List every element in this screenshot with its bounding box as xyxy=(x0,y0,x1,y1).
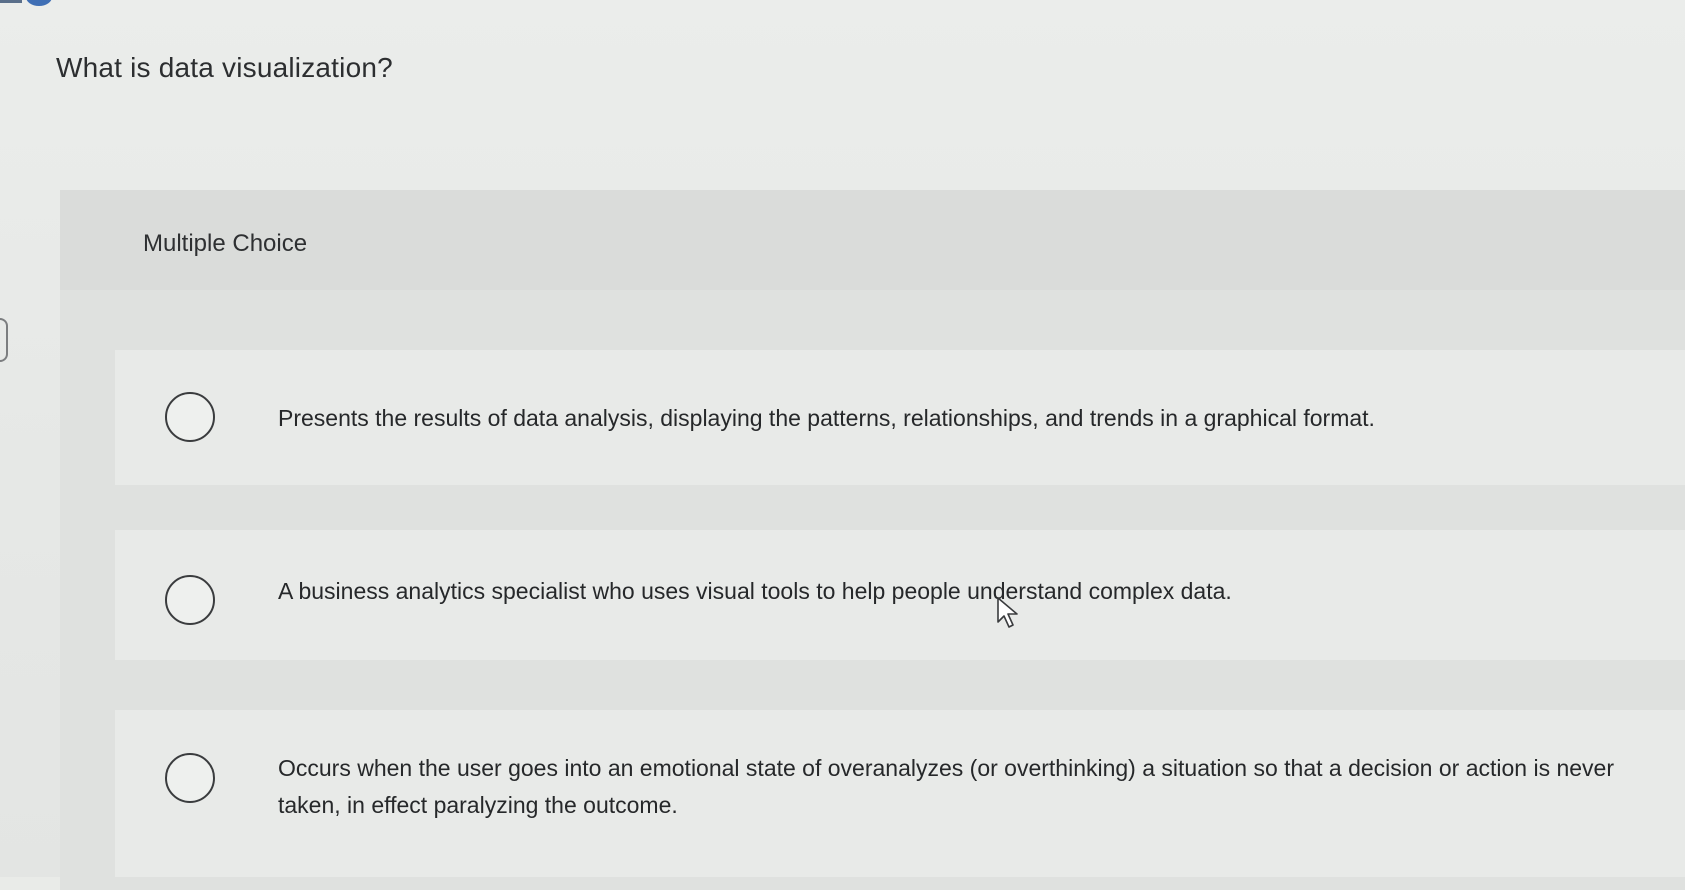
answer-option-text[interactable]: Presents the results of data analysis, d… xyxy=(278,400,1658,437)
answer-option-2[interactable]: A business analytics specialist who uses… xyxy=(115,530,1685,660)
mouse-pointer-icon xyxy=(997,597,1018,628)
answer-option-text[interactable]: Occurs when the user goes into an emotio… xyxy=(278,750,1658,824)
question-text: What is data visualization? xyxy=(56,52,393,83)
multiple-choice-label: Multiple Choice xyxy=(143,230,308,257)
top-left-app-icon xyxy=(0,0,60,8)
left-edge-handle xyxy=(0,318,8,362)
page: What is data visualization? Multiple Cho… xyxy=(0,0,1685,890)
radio-button-unselected-icon[interactable] xyxy=(165,392,215,442)
radio-button-unselected-icon[interactable] xyxy=(165,753,215,803)
answer-option-text[interactable]: A business analytics specialist who uses… xyxy=(278,573,1658,610)
answer-option-3[interactable]: Occurs when the user goes into an emotio… xyxy=(115,710,1685,877)
radio-button-unselected-icon[interactable] xyxy=(165,575,215,625)
answer-option-1[interactable]: Presents the results of data analysis, d… xyxy=(115,350,1685,485)
